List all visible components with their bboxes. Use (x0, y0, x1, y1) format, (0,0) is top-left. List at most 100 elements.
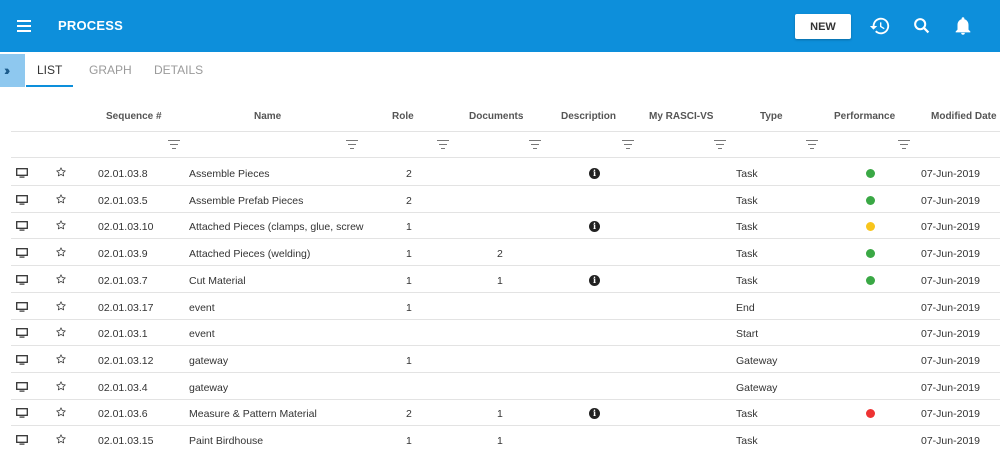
table-row[interactable]: 02.01.03.8 Assemble Pieces 2 i Task 07-Jun-20… (0, 160, 1000, 186)
new-button[interactable]: NEW (795, 14, 851, 39)
star-outline-icon[interactable] (55, 406, 67, 418)
role-cell: 1 (406, 274, 412, 287)
column-header-sequence[interactable]: Sequence # (106, 111, 162, 122)
table-row[interactable]: 02.01.03.5 Assemble Prefab Pieces 2 Task 07-… (0, 187, 1000, 213)
monitor-icon[interactable] (16, 194, 28, 205)
info-icon[interactable]: i (589, 274, 600, 286)
table-row[interactable]: 02.01.03.17 event 1 End 07-Jun-2019 (0, 294, 1000, 320)
type-cell: Task (736, 194, 758, 207)
app-header: PROCESS NEW (0, 0, 1000, 52)
filter-icon[interactable] (622, 139, 634, 149)
monitor-icon[interactable] (16, 221, 28, 232)
sequence-cell: 02.01.03.17 (98, 301, 154, 314)
type-cell: Task (736, 248, 758, 261)
star-outline-icon[interactable] (55, 433, 67, 445)
sequence-cell: 02.01.03.7 (98, 274, 148, 287)
column-header-type[interactable]: Type (760, 111, 783, 122)
monitor-icon[interactable] (16, 248, 28, 258)
star-outline-icon[interactable] (55, 219, 67, 231)
star-outline-icon[interactable] (55, 326, 67, 338)
role-cell: 1 (406, 435, 412, 447)
info-icon[interactable]: i (589, 168, 600, 179)
modified-date-cell: 07-Jun-2019 (921, 194, 980, 207)
column-header-rasci[interactable]: My RASCI-VS (649, 111, 713, 122)
table-row[interactable]: 02.01.03.15 Paint Birdhouse 1 1 Task 07-Jun-2… (0, 427, 1000, 451)
column-header-name[interactable]: Name (254, 111, 281, 122)
filter-icon[interactable] (437, 139, 449, 149)
monitor-icon[interactable] (16, 328, 28, 338)
type-cell: Task (736, 274, 758, 287)
modified-date-cell: 07-Jun-2019 (921, 168, 980, 180)
filter-icon[interactable] (168, 139, 180, 149)
modified-date-cell: 07-Jun-2019 (921, 328, 980, 341)
table-row[interactable]: 02.01.03.10 Attached Pieces (clamps, glue… (0, 213, 1000, 239)
star-outline-icon[interactable] (55, 193, 67, 205)
role-cell: 1 (406, 221, 412, 234)
name-cell: Attached Pieces (welding) (189, 248, 311, 261)
monitor-icon[interactable] (16, 408, 28, 418)
filter-icon[interactable] (529, 139, 541, 149)
column-header-modified-date[interactable]: Modified Date (931, 111, 997, 122)
info-icon[interactable]: i (589, 221, 600, 233)
name-cell: Assemble Pieces (189, 168, 270, 180)
role-cell: 2 (406, 194, 412, 207)
table-row[interactable]: 02.01.03.9 Attached Pieces (welding) 1 2 Tas… (0, 240, 1000, 266)
star-outline-icon[interactable] (55, 380, 67, 392)
info-icon[interactable]: i (589, 408, 600, 420)
role-cell: 1 (406, 301, 412, 314)
table-row[interactable]: 02.01.03.12 gateway 1 Gateway 07-Jun-2019 (0, 347, 1000, 373)
monitor-icon[interactable] (16, 381, 28, 392)
filter-icon[interactable] (806, 139, 818, 149)
modified-date-cell: 07-Jun-2019 (921, 301, 980, 314)
performance-status-dot (866, 222, 875, 232)
performance-status-dot (866, 275, 875, 285)
column-header-role[interactable]: Role (392, 111, 414, 122)
star-outline-icon[interactable] (55, 300, 67, 312)
star-outline-icon[interactable] (55, 166, 67, 178)
tab-details[interactable]: DETAILS (154, 63, 203, 77)
tab-list[interactable]: LIST (37, 63, 62, 77)
type-cell: Task (736, 435, 758, 447)
modified-date-cell: 07-Jun-2019 (921, 381, 980, 394)
sequence-cell: 02.01.03.6 (98, 408, 148, 421)
name-cell: Cut Material (189, 274, 246, 287)
monitor-icon[interactable] (16, 168, 28, 178)
column-header-performance[interactable]: Performance (834, 111, 895, 122)
history-icon[interactable] (869, 15, 891, 37)
type-cell: Start (736, 328, 759, 341)
performance-status-dot (866, 195, 875, 205)
table-row[interactable]: 02.01.03.4 gateway Gateway 07-Jun-2019 (0, 374, 1000, 400)
search-icon[interactable] (911, 15, 933, 37)
monitor-icon[interactable] (16, 354, 28, 365)
star-outline-icon[interactable] (55, 273, 67, 285)
name-cell: gateway (189, 381, 229, 394)
header-divider (11, 131, 1000, 132)
star-outline-icon[interactable] (55, 246, 67, 258)
sequence-cell: 02.01.03.4 (98, 381, 148, 394)
bell-icon[interactable] (952, 15, 974, 37)
star-outline-icon[interactable] (55, 353, 67, 365)
documents-cell: 1 (497, 274, 503, 287)
filter-icon[interactable] (898, 139, 910, 149)
monitor-icon[interactable] (16, 274, 28, 285)
menu-icon[interactable] (13, 15, 35, 37)
sequence-cell: 02.01.03.10 (98, 221, 154, 234)
sequence-cell: 02.01.03.9 (98, 248, 148, 261)
filter-icon[interactable] (346, 139, 358, 149)
double-chevron-right-icon[interactable]: ›› (0, 54, 25, 87)
name-cell: event (189, 301, 215, 314)
table-row[interactable]: 02.01.03.7 Cut Material 1 1 i Task 07-Jun-2019 (0, 267, 1000, 293)
filter-icon[interactable] (714, 139, 726, 149)
column-header-description[interactable]: Description (561, 111, 616, 122)
monitor-icon[interactable] (16, 435, 28, 445)
modified-date-cell: 07-Jun-2019 (921, 408, 980, 421)
table-row[interactable]: 02.01.03.1 event Start 07-Jun-2019 (0, 320, 1000, 346)
tab-graph[interactable]: GRAPH (89, 63, 132, 77)
column-header-documents[interactable]: Documents (469, 111, 523, 122)
table-row[interactable]: 02.01.03.6 Measure & Pattern Material 2 1 i T… (0, 400, 1000, 426)
modified-date-cell: 07-Jun-2019 (921, 354, 980, 367)
role-cell: 2 (406, 168, 412, 180)
name-cell: Assemble Prefab Pieces (189, 194, 304, 207)
monitor-icon[interactable] (16, 301, 28, 312)
performance-status-dot (866, 169, 875, 178)
